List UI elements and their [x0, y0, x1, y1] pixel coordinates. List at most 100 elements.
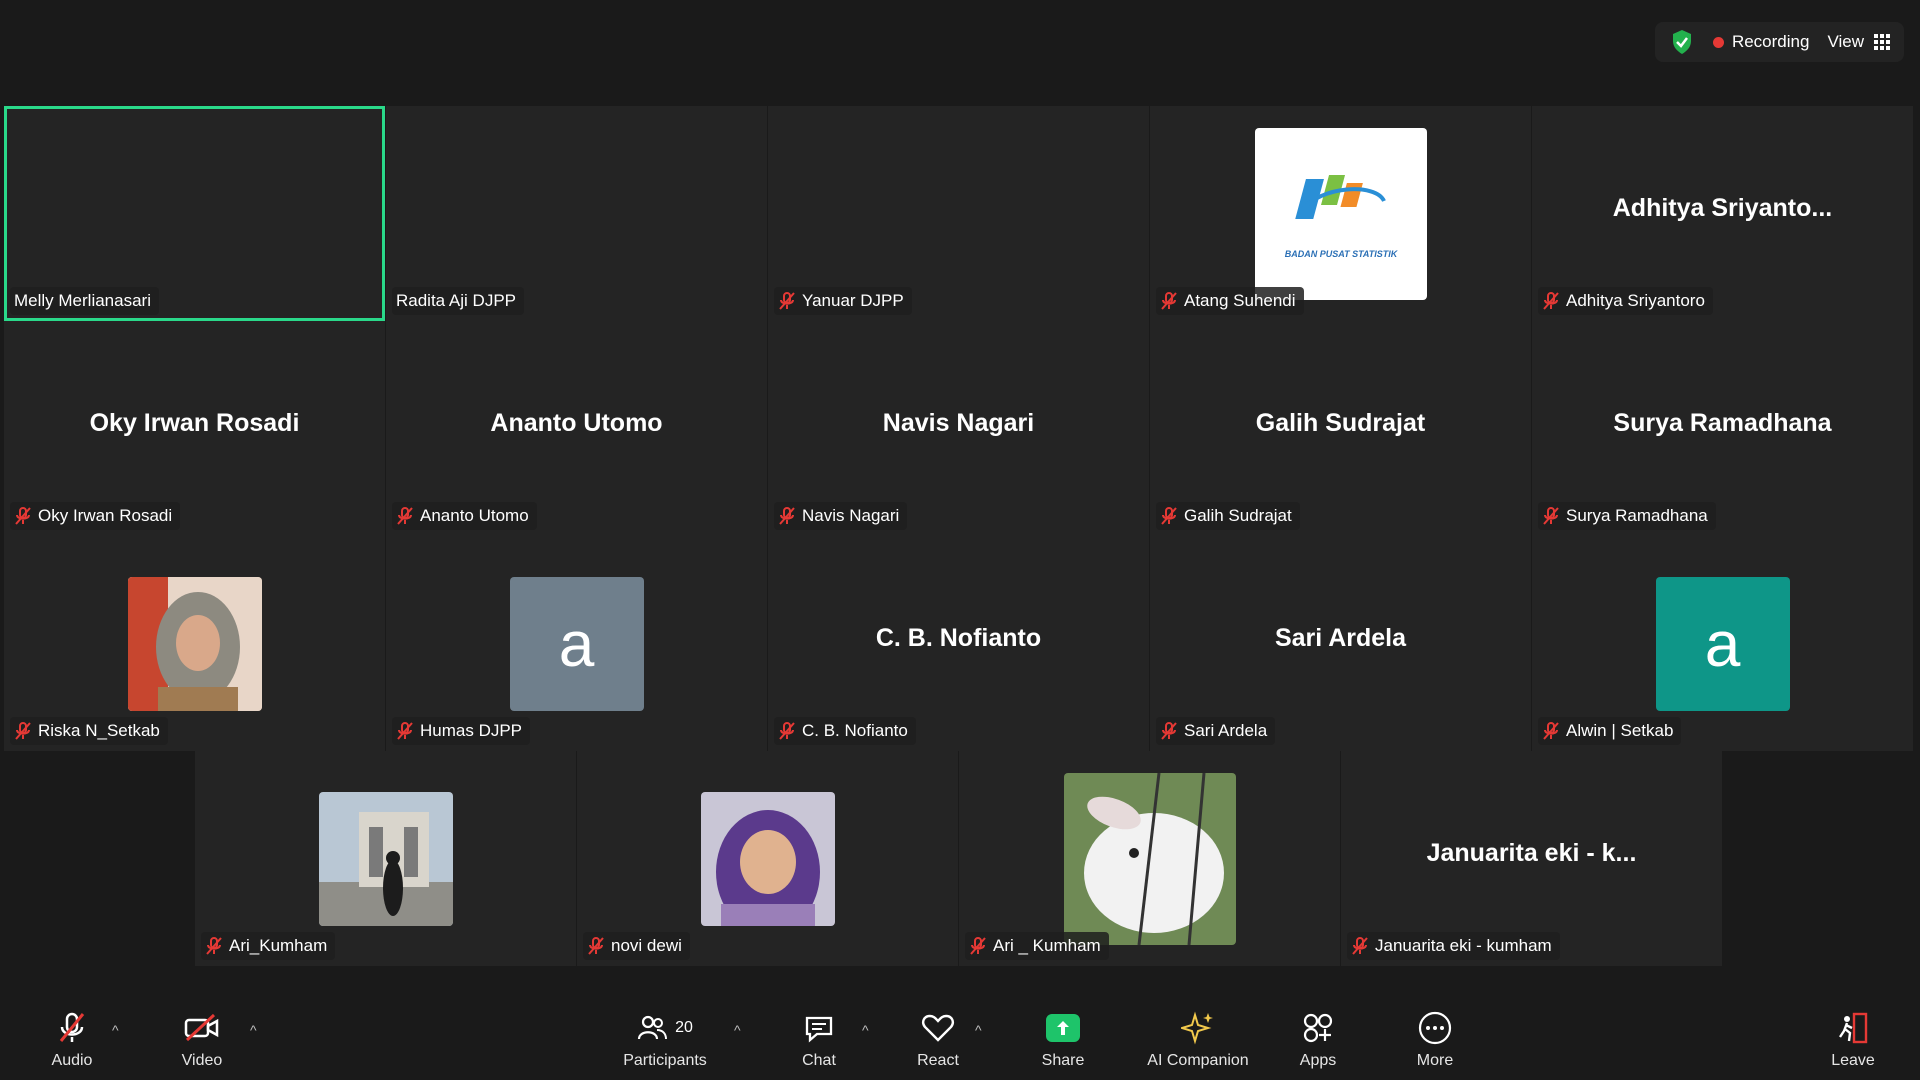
chat-icon	[803, 1008, 835, 1048]
participant-tile[interactable]: Januarita eki - k... Januarita eki - kum…	[1341, 751, 1722, 966]
participant-name-label: Alwin | Setkab	[1538, 717, 1682, 745]
share-button[interactable]: Share	[1018, 1008, 1108, 1070]
participant-name: Ari _ Kumham	[993, 936, 1101, 955]
participant-name-label: Ananto Utomo	[392, 502, 537, 530]
video-options-chevron-icon[interactable]: ^	[250, 1022, 257, 1038]
mic-muted-icon	[1160, 291, 1178, 311]
participant-tile[interactable]: Riska N_Setkab	[4, 536, 385, 751]
mic-muted-icon	[1542, 721, 1560, 741]
letter-avatar: a	[509, 576, 644, 711]
ai-companion-button[interactable]: AI Companion	[1138, 1008, 1258, 1070]
react-options-chevron-icon[interactable]: ^	[975, 1022, 982, 1038]
apps-button[interactable]: Apps	[1273, 1008, 1363, 1070]
audio-options-chevron-icon[interactable]: ^	[112, 1022, 119, 1038]
more-label: More	[1416, 1052, 1454, 1069]
encryption-shield-icon[interactable]	[1669, 27, 1695, 57]
participant-name-label: Atang Suhendi	[1156, 287, 1304, 315]
participant-tile[interactable]: Melly Merlianasari	[4, 106, 385, 321]
participant-tile[interactable]: Yanuar DJPP	[768, 106, 1149, 321]
mic-muted-icon	[1351, 936, 1369, 956]
mic-muted-icon	[1542, 291, 1560, 311]
video-label: Video	[181, 1052, 223, 1069]
bps-logo-avatar: BADAN PUSAT STATISTIK	[1254, 127, 1427, 300]
participants-count: 20	[675, 1019, 693, 1036]
participant-tile[interactable]: C. B. Nofianto C. B. Nofianto	[768, 536, 1149, 751]
participant-name-label: Sari Ardela	[1156, 717, 1276, 745]
more-button[interactable]: More	[1390, 1008, 1480, 1070]
bps-logo-text: BADAN PUSAT STATISTIK	[1284, 249, 1398, 259]
mic-muted-icon	[396, 506, 414, 526]
audio-button[interactable]: Audio	[27, 1008, 117, 1070]
participant-name: C. B. Nofianto	[802, 721, 908, 740]
participant-tile[interactable]: Surya Ramadhana Surya Ramadhana	[1532, 321, 1913, 536]
mic-muted-icon	[205, 936, 223, 956]
participant-tile[interactable]: novi dewi	[577, 751, 958, 966]
mic-muted-icon	[778, 721, 796, 741]
participant-name-label: Ari _ Kumham	[965, 932, 1109, 960]
video-button[interactable]: Video	[157, 1008, 247, 1070]
participant-name-label: novi dewi	[583, 932, 690, 960]
react-label: React	[917, 1052, 959, 1069]
participant-display-name: Surya Ramadhana	[1613, 409, 1832, 437]
participant-name-label: Adhitya Sriyantoro	[1538, 287, 1713, 315]
participant-name: Januarita eki - kumham	[1375, 936, 1552, 955]
participant-display-name: C. B. Nofianto	[875, 624, 1042, 652]
participant-tile[interactable]: Oky Irwan Rosadi Oky Irwan Rosadi	[4, 321, 385, 536]
leave-label: Leave	[1831, 1052, 1875, 1069]
participant-name-label: C. B. Nofianto	[774, 717, 916, 745]
mic-muted-icon	[396, 721, 414, 741]
participant-tile[interactable]: a Alwin | Setkab	[1532, 536, 1913, 751]
grid-view-icon	[1874, 34, 1890, 50]
apps-label: Apps	[1299, 1052, 1337, 1069]
participant-tile[interactable]: Navis Nagari Navis Nagari	[768, 321, 1149, 536]
view-button[interactable]: View	[1827, 32, 1890, 52]
participant-name-label: Januarita eki - kumham	[1347, 932, 1560, 960]
participant-name-label: Melly Merlianasari	[10, 287, 159, 315]
chat-button[interactable]: Chat	[774, 1008, 864, 1070]
participants-options-chevron-icon[interactable]: ^	[734, 1022, 741, 1038]
mic-muted-icon	[14, 506, 32, 526]
participant-name: Atang Suhendi	[1184, 291, 1296, 310]
participant-name: Galih Sudrajat	[1184, 506, 1292, 525]
mic-muted-icon	[969, 936, 987, 956]
top-bar: Recording View	[0, 0, 1920, 100]
participant-tile[interactable]: Ananto Utomo Ananto Utomo	[386, 321, 767, 536]
share-icon-wrap	[1046, 1008, 1080, 1048]
leave-button[interactable]: Leave	[1808, 1008, 1898, 1070]
participant-name: Oky Irwan Rosadi	[38, 506, 173, 525]
participant-tile[interactable]: Ari_Kumham	[195, 751, 576, 966]
participant-name-label: Radita Aji DJPP	[392, 287, 524, 315]
heart-icon	[921, 1008, 955, 1048]
sparkle-icon	[1181, 1008, 1215, 1048]
recording-label: Recording	[1731, 32, 1810, 51]
react-button[interactable]: React	[893, 1008, 983, 1070]
participant-tile[interactable]: a Humas DJPP	[386, 536, 767, 751]
mic-muted-icon	[57, 1008, 87, 1048]
chat-options-chevron-icon[interactable]: ^	[862, 1022, 869, 1038]
participant-tile[interactable]: Adhitya Sriyanto... Adhitya Sriyantoro	[1532, 106, 1913, 321]
mic-muted-icon	[1542, 506, 1560, 526]
participant-tile[interactable]: BADAN PUSAT STATISTIK Atang Suhendi	[1150, 106, 1531, 321]
participants-button[interactable]: 20 Participants	[620, 1008, 710, 1070]
more-dots-icon	[1418, 1008, 1452, 1048]
participant-name: Melly Merlianasari	[14, 291, 151, 310]
participant-tile[interactable]: Ari _ Kumham	[959, 751, 1340, 966]
participant-tile[interactable]: Radita Aji DJPP	[386, 106, 767, 321]
top-controls: Recording View	[1654, 22, 1904, 62]
participant-name: Ari_Kumham	[229, 936, 328, 955]
share-label: Share	[1041, 1052, 1085, 1069]
participant-name: novi dewi	[611, 936, 682, 955]
recording-dot-icon	[1712, 36, 1724, 48]
audio-label: Audio	[51, 1052, 93, 1069]
recording-indicator[interactable]: Recording	[1712, 32, 1810, 52]
participant-tile[interactable]: Sari Ardela Sari Ardela	[1150, 536, 1531, 751]
participant-name: Navis Nagari	[802, 506, 900, 525]
participant-name-label: Ari_Kumham	[201, 932, 336, 960]
participant-tile[interactable]: Galih Sudrajat Galih Sudrajat	[1150, 321, 1531, 536]
letter-avatar: a	[1655, 576, 1790, 711]
participant-name: Ananto Utomo	[420, 506, 529, 525]
participant-display-name: Sari Ardela	[1274, 624, 1407, 652]
mic-muted-icon	[587, 936, 605, 956]
participant-display-name: Navis Nagari	[882, 409, 1035, 437]
participants-icon	[637, 1015, 668, 1040]
